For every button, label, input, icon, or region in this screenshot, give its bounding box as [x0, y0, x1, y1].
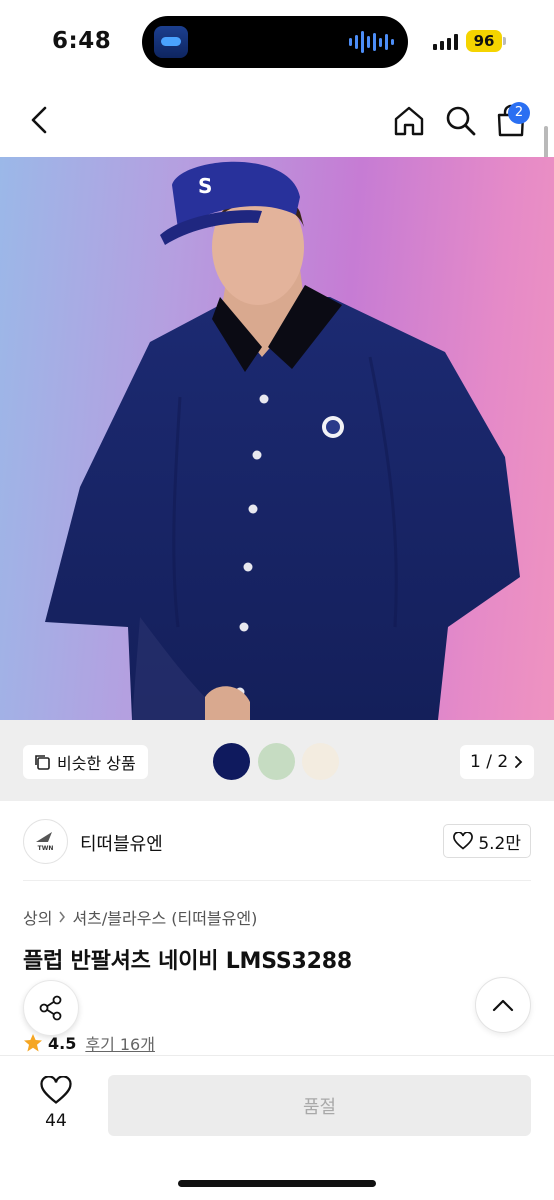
dynamic-island — [142, 16, 408, 68]
similar-products-label: 비슷한 상품 — [57, 754, 136, 773]
buy-button-sold-out[interactable]: 품절 — [108, 1075, 531, 1136]
breadcrumb-subcategory[interactable]: 셔츠/블라우스 (티떠블유엔) — [72, 905, 257, 929]
wishlist-button[interactable]: 44 — [38, 1075, 74, 1131]
similar-products-button[interactable]: 비슷한 상품 — [23, 745, 148, 779]
now-playing-app-icon — [154, 26, 188, 58]
product-image[interactable]: S — [0, 157, 554, 720]
status-bar: 6:48 96 — [0, 0, 554, 84]
audio-waveform-icon — [349, 30, 394, 54]
top-navigation — [0, 92, 554, 152]
review-count-link[interactable]: 후기 16개 — [85, 1031, 155, 1055]
model-photo: S — [45, 161, 520, 720]
star-icon — [24, 1034, 42, 1052]
heart-icon — [40, 1075, 72, 1104]
back-arrow-icon[interactable] — [24, 104, 56, 136]
color-swatch-cream[interactable] — [302, 743, 339, 780]
bottom-action-bar: 44 품절 — [0, 1055, 554, 1200]
search-icon[interactable] — [444, 104, 478, 138]
chevron-right-icon — [515, 756, 523, 768]
copy-icon — [35, 755, 50, 770]
image-page-indicator[interactable]: 1 / 2 — [460, 745, 535, 779]
status-time: 6:48 — [52, 28, 112, 54]
brand-logo-text: TWN — [38, 845, 54, 852]
share-icon — [39, 995, 62, 1021]
brand-logo[interactable]: TWN — [23, 819, 68, 864]
home-indicator — [178, 1180, 376, 1187]
chevron-up-icon — [492, 999, 514, 1012]
breadcrumb-category[interactable]: 상의 — [23, 905, 52, 929]
color-swatch-mint[interactable] — [258, 743, 295, 780]
rating-row: 4.5 후기 16개 — [23, 1031, 155, 1055]
heart-icon — [453, 832, 474, 850]
brand-like-count: 5.2만 — [478, 833, 521, 854]
product-title: 플럽 반팔셔츠 네이비 LMSS3288 — [23, 949, 352, 974]
image-page-label: 1 / 2 — [470, 752, 509, 772]
wishlist-count: 44 — [45, 1111, 67, 1131]
cart-count-badge: 2 — [508, 102, 530, 124]
brand-like-button[interactable]: 5.2만 — [443, 824, 531, 858]
cellular-signal-icon — [433, 34, 458, 50]
color-swatch-navy[interactable] — [213, 743, 250, 780]
share-button[interactable] — [23, 980, 79, 1036]
breadcrumb: 상의 셔츠/블라우스 (티떠블유엔) — [23, 905, 257, 929]
scroll-to-top-button[interactable] — [475, 977, 531, 1033]
brand-logo-mark: TWN — [36, 832, 54, 852]
image-options-bar: 비슷한 상품 1 / 2 — [0, 720, 554, 801]
brand-row[interactable]: TWN 티떠블유엔 5.2만 — [23, 801, 531, 881]
svg-text:S: S — [198, 174, 212, 198]
rating-value: 4.5 — [48, 1033, 77, 1053]
brand-name[interactable]: 티떠블유엔 — [80, 830, 163, 856]
chevron-right-icon — [59, 911, 66, 923]
home-icon[interactable] — [392, 104, 426, 138]
battery-indicator: 96 — [466, 30, 506, 52]
